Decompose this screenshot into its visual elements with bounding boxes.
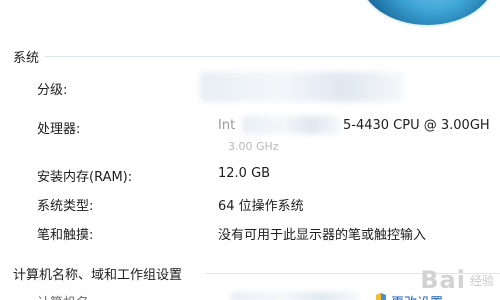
computer-name-redacted-value bbox=[230, 292, 360, 300]
processor-redacted-segment bbox=[242, 116, 342, 134]
pen-touch-label: 笔和触摸: bbox=[37, 228, 94, 243]
processor-subvalue: 3.00 GHz bbox=[228, 140, 279, 153]
ram-label: 安装内存(RAM): bbox=[37, 170, 133, 185]
system-type-value: 64 位操作系统 bbox=[218, 199, 304, 214]
processor-value-prefix: Int bbox=[218, 118, 236, 133]
computer-section-title: 计算机名称、域和工作组设置 bbox=[13, 268, 183, 283]
processor-value: 5-4430 CPU @ 3.00GH bbox=[343, 118, 490, 133]
shield-icon bbox=[376, 293, 386, 300]
computer-name-label: 计算机名 bbox=[37, 292, 89, 300]
pen-touch-value: 没有可用于此显示器的笔或触控输入 bbox=[218, 228, 427, 243]
rating-label: 分级: bbox=[37, 83, 68, 98]
section-divider bbox=[45, 56, 500, 57]
baidu-watermark: Bai 经验 bbox=[420, 266, 494, 294]
windows-logo-globe bbox=[360, 0, 495, 25]
processor-label: 处理器: bbox=[37, 122, 81, 137]
system-type-label: 系统类型: bbox=[37, 199, 94, 214]
rating-redacted-value bbox=[200, 72, 405, 102]
system-section-title: 系统 bbox=[13, 51, 40, 66]
watermark-text: Bai bbox=[420, 266, 466, 294]
ram-value: 12.0 GB bbox=[218, 166, 271, 181]
watermark-sub: 经验 bbox=[469, 273, 494, 288]
